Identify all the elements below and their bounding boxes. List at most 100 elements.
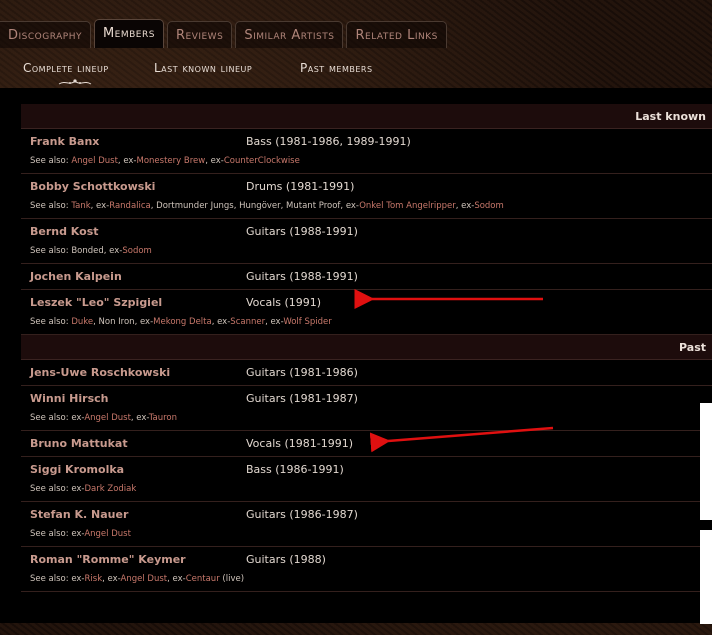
- page-edge-overlay: [700, 403, 712, 520]
- related-band-link[interactable]: Centaur: [186, 574, 220, 584]
- member-name-link[interactable]: Roman "Romme" Keymer: [30, 553, 186, 566]
- see-also-text: , ex-: [455, 201, 475, 211]
- member-cell: Siggi Kromolka Bass (1986-1991) See also: …: [21, 457, 712, 502]
- related-band-link[interactable]: Randalica: [109, 201, 151, 211]
- member-cell: Jens-Uwe Roschkowski Guitars (1981-1986): [21, 360, 712, 386]
- member-entry: Stefan K. Nauer Guitars (1986-1987) See al…: [21, 502, 712, 547]
- member-name-link[interactable]: Leszek "Leo" Szpigiel: [30, 296, 162, 309]
- see-also-text: , Dortmunder Jungs, Hungöver, Mutant Pro…: [150, 201, 360, 211]
- see-also-line: See also: Angel Dust, ex-Monestery Brew,…: [30, 156, 300, 166]
- member-role: Guitars (1986-1987): [246, 508, 358, 521]
- group-header: Past: [21, 335, 712, 360]
- active-flourish-icon: [58, 79, 92, 85]
- member-name-link[interactable]: Stefan K. Nauer: [30, 508, 128, 521]
- member-cell: Bruno Mattukat Vocals (1981-1991): [21, 431, 712, 457]
- page-edge-overlay: [700, 530, 712, 624]
- member-row: Leszek "Leo" Szpigiel Vocals (1991) See al…: [21, 290, 712, 335]
- member-entry: Leszek "Leo" Szpigiel Vocals (1991) See al…: [21, 290, 712, 335]
- related-band-link[interactable]: Tauron: [149, 413, 177, 423]
- member-name-link[interactable]: Jens-Uwe Roschkowski: [30, 366, 170, 379]
- related-band-link[interactable]: Angel Dust: [84, 529, 131, 539]
- member-row: Jens-Uwe Roschkowski Guitars (1981-1986): [21, 360, 712, 386]
- see-also-text: See also:: [30, 201, 72, 211]
- see-also-text: , ex-: [102, 574, 121, 584]
- related-band-link[interactable]: Scanner: [230, 317, 265, 327]
- tab-members[interactable]: Members: [93, 19, 164, 48]
- tab-related-links[interactable]: Related Links: [346, 21, 447, 48]
- member-name-link[interactable]: Winni Hirsch: [30, 392, 108, 405]
- related-band-link[interactable]: Angel Dust: [121, 574, 168, 584]
- see-also-line: See also: Bonded, ex-Sodom: [30, 246, 152, 256]
- member-name-link[interactable]: Frank Banx: [30, 135, 99, 148]
- see-also-text: See also: ex-: [30, 574, 85, 584]
- member-role: Guitars (1981-1987): [246, 392, 358, 405]
- member-row: Stefan K. Nauer Guitars (1986-1987) See al…: [21, 502, 712, 547]
- members-panel: Last known Frank Banx Bass (1981-1986, 198…: [0, 88, 712, 623]
- related-band-link[interactable]: Tank: [71, 201, 90, 211]
- related-band-link[interactable]: Sodom: [122, 246, 151, 256]
- see-also-line: See also: Tank, ex-Randalica, Dortmunder…: [30, 201, 504, 211]
- member-cell: Frank Banx Bass (1981-1986, 1989-1991) See…: [21, 129, 712, 174]
- related-band-link[interactable]: CounterClockwise: [224, 156, 300, 166]
- member-row: Jochen Kalpein Guitars (1988-1991): [21, 264, 712, 290]
- see-also-text: See also: ex-: [30, 529, 85, 539]
- past-members-link[interactable]: Past members: [300, 61, 373, 75]
- member-role: Bass (1981-1986, 1989-1991): [246, 135, 411, 148]
- member-row: Roman "Romme" Keymer Guitars (1988) See al…: [21, 547, 712, 592]
- related-band-link[interactable]: Dark Zodiak: [85, 484, 137, 494]
- member-role: Guitars (1988-1991): [246, 225, 358, 238]
- member-entry: Bobby Schottkowski Drums (1981-1991) See a…: [21, 174, 712, 219]
- member-cell: Stefan K. Nauer Guitars (1986-1987) See al…: [21, 502, 712, 547]
- see-also-line: See also: ex-Risk, ex-Angel Dust, ex-Cen…: [30, 574, 244, 584]
- see-also-text: , ex-: [211, 317, 231, 327]
- member-row: Siggi Kromolka Bass (1986-1991) See also: …: [21, 457, 712, 502]
- tab-reviews[interactable]: Reviews: [166, 21, 233, 48]
- tab-similar-artists[interactable]: Similar Artists: [235, 21, 344, 48]
- related-band-link[interactable]: Monestery Brew: [137, 156, 206, 166]
- band-tabs: Discography Members Reviews Similar Arti…: [0, 19, 712, 48]
- member-cell: Bernd Kost Guitars (1988-1991) See also: B…: [21, 219, 712, 264]
- related-band-link[interactable]: Duke: [71, 317, 93, 327]
- member-name-link[interactable]: Siggi Kromolka: [30, 463, 124, 476]
- member-name-link[interactable]: Jochen Kalpein: [30, 270, 122, 283]
- member-row: Bernd Kost Guitars (1988-1991) See also: B…: [21, 219, 712, 264]
- member-cell: Roman "Romme" Keymer Guitars (1988) See al…: [21, 547, 712, 592]
- member-entry: Jochen Kalpein Guitars (1988-1991): [21, 264, 712, 290]
- member-entry: Bruno Mattukat Vocals (1981-1991): [21, 431, 712, 457]
- see-also-line: See also: ex-Dark Zodiak: [30, 484, 136, 494]
- member-cell: Jochen Kalpein Guitars (1988-1991): [21, 264, 712, 290]
- member-cell: Leszek "Leo" Szpigiel Vocals (1991) See al…: [21, 290, 712, 335]
- member-role: Bass (1986-1991): [246, 463, 344, 476]
- see-also-text: , ex-: [167, 574, 186, 584]
- see-also-text: , ex-: [130, 413, 149, 423]
- last-known-lineup-link[interactable]: Last known lineup: [154, 61, 252, 75]
- member-name-link[interactable]: Bobby Schottkowski: [30, 180, 155, 193]
- related-band-link[interactable]: Angel Dust: [71, 156, 118, 166]
- lineup-subnav: Complete lineup Last known lineup Past m…: [0, 48, 712, 125]
- member-row: Winni Hirsch Guitars (1981-1987) See also:…: [21, 386, 712, 431]
- member-name-link[interactable]: Bernd Kost: [30, 225, 99, 238]
- member-entry: Roman "Romme" Keymer Guitars (1988) See al…: [21, 547, 712, 592]
- group-header-row: Last known: [21, 104, 712, 129]
- group-header: Last known: [21, 104, 712, 129]
- member-name-link[interactable]: Bruno Mattukat: [30, 437, 128, 450]
- see-also-text: , Non Iron, ex-: [93, 317, 154, 327]
- related-band-link[interactable]: Angel Dust: [84, 413, 131, 423]
- see-also-text: See also: Bonded, ex-: [30, 246, 123, 256]
- see-also-line: See also: ex-Angel Dust, ex-Tauron: [30, 413, 177, 423]
- member-row: Frank Banx Bass (1981-1986, 1989-1991) See…: [21, 129, 712, 174]
- see-also-text: See also: ex-: [30, 484, 85, 494]
- tab-discography[interactable]: Discography: [0, 21, 91, 48]
- related-band-link[interactable]: Risk: [85, 574, 103, 584]
- member-role: Vocals (1981-1991): [246, 437, 354, 450]
- related-band-link[interactable]: Wolf Spider: [283, 317, 331, 327]
- related-band-link[interactable]: Sodom: [474, 201, 503, 211]
- complete-lineup-link[interactable]: Complete lineup: [23, 61, 109, 75]
- member-entry: Winni Hirsch Guitars (1981-1987) See also:…: [21, 386, 712, 431]
- see-also-text: , ex-: [90, 201, 110, 211]
- group-header-row: Past: [21, 335, 712, 360]
- related-band-link[interactable]: Mekong Delta: [153, 317, 212, 327]
- see-also-text: , ex-: [117, 156, 137, 166]
- related-band-link[interactable]: Onkel Tom Angelripper: [359, 201, 455, 211]
- see-also-text: , ex-: [205, 156, 224, 166]
